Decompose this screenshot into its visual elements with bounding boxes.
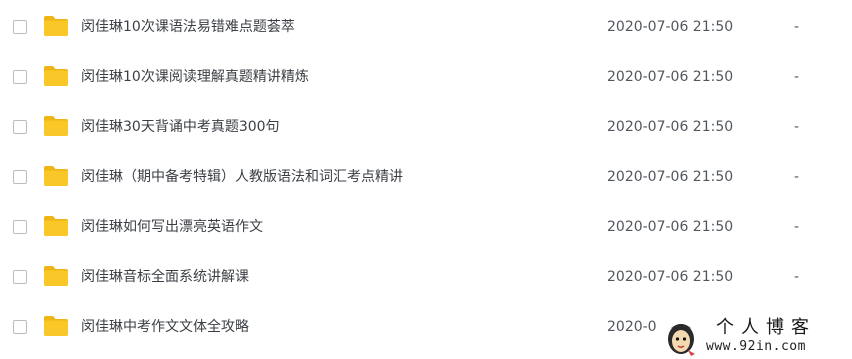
blog-logo-icon [668,324,695,356]
file-date: 2020-07-06 21:50 [607,219,734,235]
file-size: - [794,19,800,35]
file-row[interactable]: 闵佳琳30天背诵中考真题300句 2020-07-06 21:50 - [0,105,852,151]
file-size: - [794,219,800,235]
file-name[interactable]: 闵佳琳中考作文文体全攻略 [81,318,249,336]
file-date: 2020-07-06 21:50 [607,119,734,135]
checkbox-icon[interactable] [13,170,27,184]
folder-icon [44,216,68,236]
folder-icon [44,116,68,136]
file-size: - [794,69,800,85]
watermark-title: 个人博客 [716,317,816,338]
file-row[interactable]: 闵佳琳如何写出漂亮英语作文 2020-07-06 21:50 - [0,205,852,251]
folder-icon [44,16,68,36]
folder-icon [44,66,68,86]
file-date: 2020-07-06 21:50 [607,269,734,285]
file-name[interactable]: 闵佳琳（期中备考特辑）人教版语法和词汇考点精讲 [81,168,403,186]
file-name[interactable]: 闵佳琳10次课阅读理解真题精讲精炼 [81,68,309,86]
file-date: 2020-07-06 21:50 [607,169,734,185]
file-row[interactable]: 闵佳琳（期中备考特辑）人教版语法和词汇考点精讲 2020-07-06 21:50… [0,155,852,201]
file-name[interactable]: 闵佳琳音标全面系统讲解课 [81,268,249,286]
file-date: 2020-07-06 21:50 [607,19,734,35]
folder-icon [44,166,68,186]
file-date: 2020-07-06 21:50 [607,69,734,85]
file-date: 2020-0 [607,319,657,335]
file-name[interactable]: 闵佳琳10次课语法易错难点题荟萃 [81,18,295,36]
file-row[interactable]: 闵佳琳10次课语法易错难点题荟萃 2020-07-06 21:50 - [0,5,852,51]
file-row[interactable]: 闵佳琳10次课阅读理解真题精讲精炼 2020-07-06 21:50 - [0,55,852,101]
checkbox-icon[interactable] [13,20,27,34]
checkbox-icon[interactable] [13,220,27,234]
file-size: - [794,269,800,285]
file-list: 闵佳琳10次课语法易错难点题荟萃 2020-07-06 21:50 - 闵佳琳1… [0,0,852,359]
file-size: - [794,119,800,135]
watermark-url: www.92in.com [706,339,806,354]
file-name[interactable]: 闵佳琳如何写出漂亮英语作文 [81,218,263,236]
blog-watermark: 个人博客 www.92in.com [660,314,852,359]
checkbox-icon[interactable] [13,120,27,134]
checkbox-icon[interactable] [13,320,27,334]
file-size: - [794,169,800,185]
checkbox-icon[interactable] [13,70,27,84]
folder-icon [44,316,68,336]
file-name[interactable]: 闵佳琳30天背诵中考真题300句 [81,118,280,136]
checkbox-icon[interactable] [13,270,27,284]
folder-icon [44,266,68,286]
file-row[interactable]: 闵佳琳音标全面系统讲解课 2020-07-06 21:50 - [0,255,852,301]
